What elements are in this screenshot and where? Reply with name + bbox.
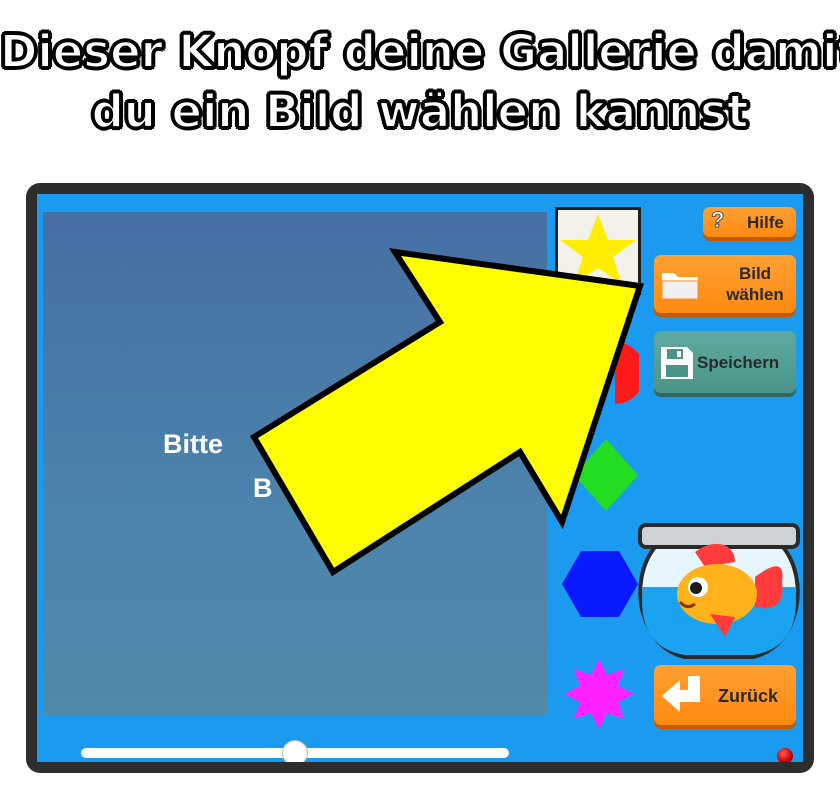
diamond-shape-icon [574,439,638,511]
headline-line-1: Dieser Knopf deine Gallerie damit [0,24,840,79]
headline-line-2: du ein Bild wählen kannst [91,84,750,139]
star-shape-icon [560,214,636,284]
canvas-message-line-2: B [253,473,273,503]
help-button[interactable]: ? Hilfe [703,207,796,237]
save-button[interactable]: Speichern [654,331,796,393]
image-canvas[interactable]: Bitte B [43,212,547,716]
floppy-disk-icon [661,347,693,379]
shape-circle-button[interactable] [615,342,639,404]
pick-image-button[interactable]: Bild wählen [654,255,796,313]
circle-shape-icon [615,342,639,404]
back-button-label: Zurück [718,686,779,706]
folder-icon [661,273,699,300]
app-screen: Bitte B ? Hilfe Bild wählen Speichern Zu… [37,194,803,762]
fishbowl-mascot [638,523,800,659]
hexagon-shape-icon [562,551,638,617]
back-button[interactable]: Zurück [654,665,796,725]
size-slider[interactable] [81,740,509,762]
question-icon: ? [711,207,725,233]
shape-diamond-button[interactable] [574,439,638,511]
help-button-label: Hilfe [747,213,784,232]
tutorial-headline: Dieser Knopf deine Gallerie damit du ein… [0,22,840,142]
canvas-placeholder-message: Bitte B [43,422,547,510]
burst-shape-icon [564,659,634,729]
return-arrow-icon [662,676,700,712]
save-button-label: Speichern [697,353,780,372]
shape-star-button[interactable] [555,207,641,295]
pick-image-label-line-2: wählen [726,285,784,304]
slider-thumb[interactable] [282,740,308,762]
shape-hexagon-button[interactable] [562,551,638,617]
tablet-frame: Bitte B ? Hilfe Bild wählen Speichern Zu… [26,183,814,773]
pick-image-label-line-1: Bild [738,264,772,283]
status-indicator-light [777,748,793,762]
pick-image-label: Bild wählen [718,263,792,305]
canvas-message-line-1: Bitte [163,429,223,459]
shape-burst-button[interactable] [564,659,634,729]
